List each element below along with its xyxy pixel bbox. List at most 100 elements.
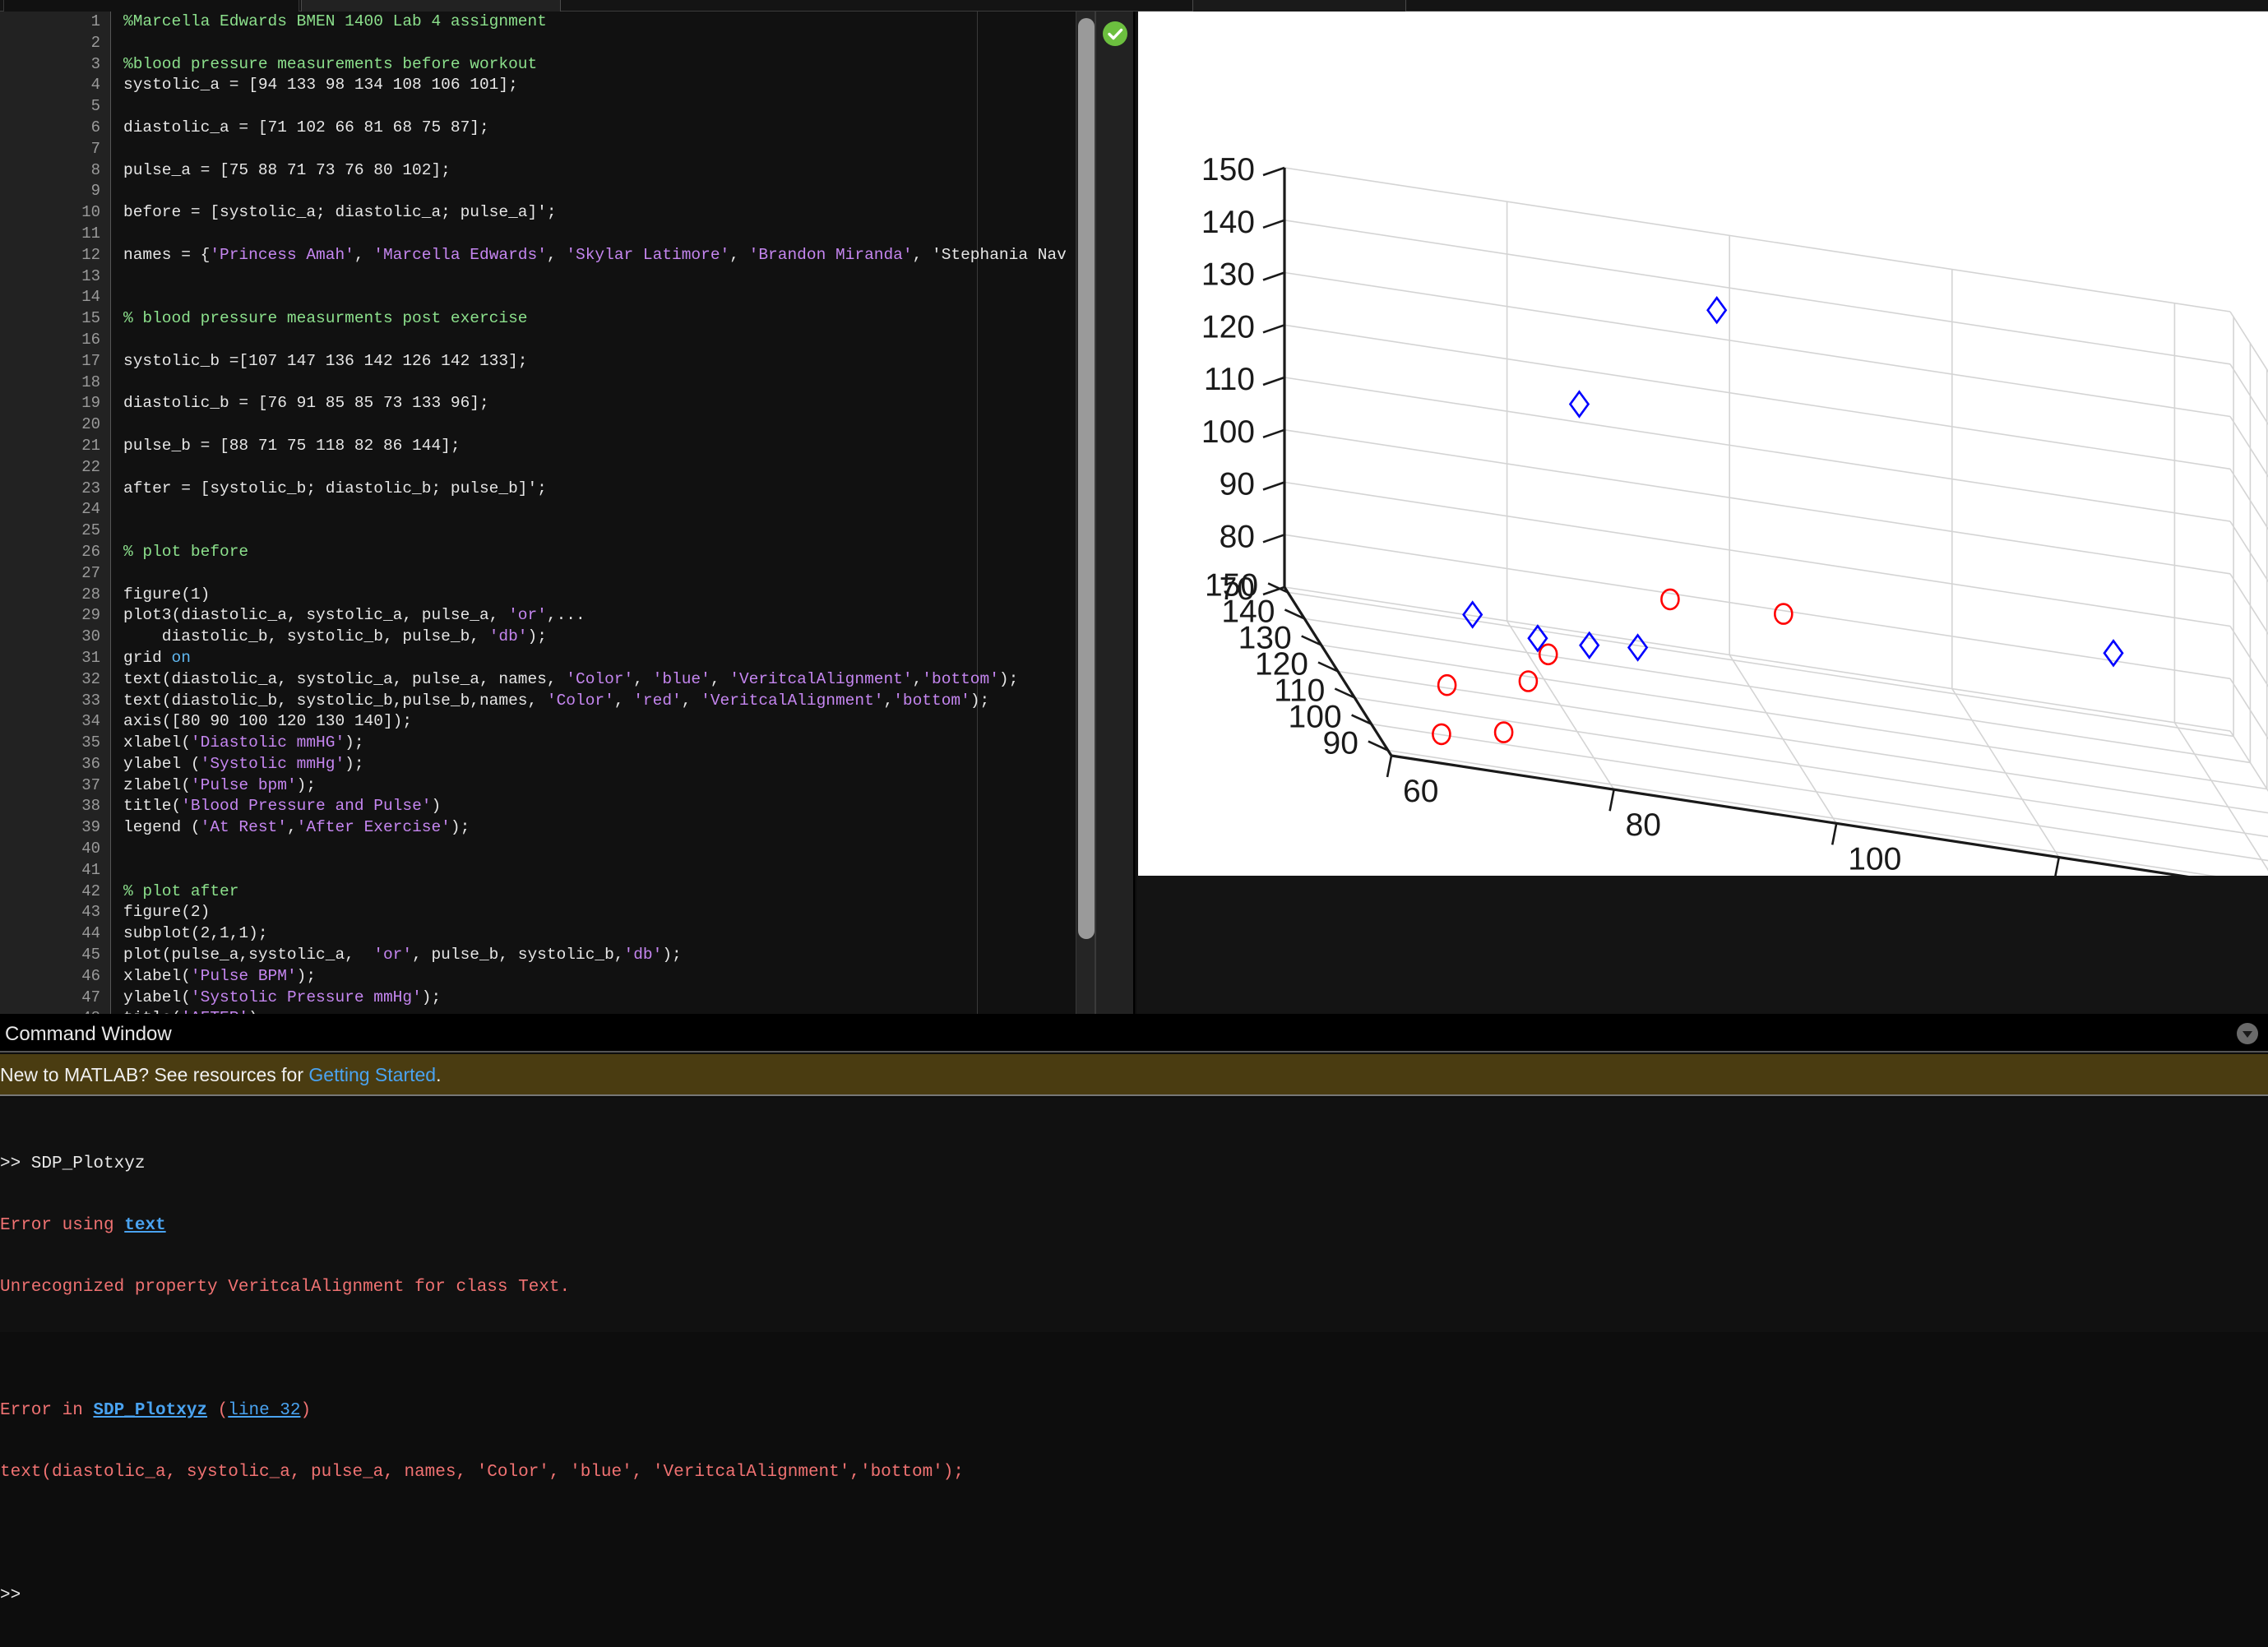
code-line[interactable]: %blood pressure measurements before work…: [123, 54, 1067, 76]
code-line[interactable]: [123, 839, 1067, 860]
code-line[interactable]: plot3(diastolic_a, systolic_a, pulse_a, …: [123, 605, 1067, 627]
axis-x-line: [1391, 754, 2190, 876]
code-line[interactable]: figure(2): [123, 902, 1067, 923]
editor-vertical-scrollbar[interactable]: [1076, 12, 1095, 1014]
error-in-file-link[interactable]: SDP_Plotxyz: [93, 1401, 207, 1420]
gridline-wall-left-z: [1284, 586, 2231, 732]
code-line[interactable]: pulse_a = [75 88 71 73 76 80 102];: [123, 160, 1067, 182]
code-line[interactable]: axis([80 90 100 120 130 140]);: [123, 711, 1067, 733]
editor-code-area[interactable]: %Marcella Edwards BMEN 1400 Lab 4 assign…: [112, 12, 1076, 1014]
code-analyzer-strip[interactable]: [1095, 12, 1133, 1014]
code-line[interactable]: zlabel('Pulse bpm');: [123, 775, 1067, 797]
line-number: 21: [81, 436, 100, 455]
code-line[interactable]: diastolic_a = [71 102 66 81 68 75 87];: [123, 118, 1067, 139]
code-line[interactable]: ylabel('Systolic Pressure mmHg');: [123, 988, 1067, 1009]
code-line[interactable]: % plot before: [123, 542, 1067, 563]
code-line[interactable]: title('Blood Pressure and Pulse'): [123, 796, 1067, 817]
marker-circle-at-rest: [1773, 603, 1794, 625]
line-number: 7: [90, 139, 100, 158]
line-number: 45: [81, 946, 100, 965]
line-number: 43: [81, 903, 100, 922]
cw-prompt[interactable]: >>: [0, 1585, 2268, 1606]
tab-editor-untitled[interactable]: [301, 0, 561, 12]
error-in-line-link[interactable]: line 32: [228, 1401, 300, 1420]
line-number: 18: [81, 372, 100, 391]
code-line[interactable]: [123, 139, 1067, 160]
code-line[interactable]: [123, 520, 1067, 542]
code-line[interactable]: xlabel('Pulse BPM');: [123, 966, 1067, 988]
code-line[interactable]: after = [systolic_b; diastolic_b; pulse_…: [123, 479, 1067, 500]
code-line[interactable]: xlabel('Diastolic mmHG');: [123, 733, 1067, 754]
banner-prefix-text: New to MATLAB? See resources for: [0, 1064, 309, 1085]
line-number: 22: [81, 457, 100, 476]
code-line[interactable]: [123, 414, 1067, 436]
code-line[interactable]: before = [systolic_a; diastolic_a; pulse…: [123, 202, 1067, 224]
line-number: 16: [81, 330, 100, 349]
figure-canvas[interactable]: 70 80 90 100 110 120 130 140 150 90 100 110 120 130 14…: [1138, 12, 2268, 876]
chevron-down-icon[interactable]: [2237, 1023, 2258, 1044]
code-line[interactable]: diastolic_b, systolic_b, pulse_b, 'db');: [123, 627, 1067, 648]
editor-scrollbar-thumb[interactable]: [1078, 18, 1095, 939]
line-number: 42: [81, 881, 100, 900]
marker-diamond-after-exercise: [1568, 390, 1590, 419]
error-text-function-link[interactable]: text: [124, 1216, 165, 1235]
code-line[interactable]: legend ('At Rest','After Exercise');: [123, 817, 1067, 839]
code-line[interactable]: grid on: [123, 648, 1067, 669]
code-line[interactable]: [123, 181, 1067, 202]
line-number: 17: [81, 351, 100, 370]
marker-circle-at-rest: [1437, 673, 1457, 696]
code-line[interactable]: [123, 224, 1067, 245]
code-line[interactable]: [123, 266, 1067, 288]
gridline-wall-right-z: [2229, 363, 2268, 425]
command-window-output[interactable]: >> SDP_Plotxyz Error using text Unrecogn…: [0, 1098, 2268, 1605]
cw-line-error-in: Error in SDP_Plotxyz (line 32): [0, 1400, 2268, 1421]
code-line[interactable]: [123, 287, 1067, 308]
code-line[interactable]: names = {'Princess Amah', 'Marcella Edwa…: [123, 245, 1067, 266]
line-number: 3: [90, 54, 100, 73]
getting-started-link[interactable]: Getting Started: [308, 1064, 436, 1085]
code-line[interactable]: [123, 33, 1067, 54]
gridline-wall-left-z: [1284, 324, 2231, 470]
tab-editor-file[interactable]: [3, 0, 299, 12]
code-line[interactable]: [123, 96, 1067, 118]
code-line[interactable]: % blood pressure measurments post exerci…: [123, 308, 1067, 330]
code-line[interactable]: text(diastolic_b, systolic_b,pulse_b,nam…: [123, 691, 1067, 712]
code-line[interactable]: [123, 499, 1067, 520]
error-in-paren-open: (: [207, 1401, 229, 1420]
line-number: 26: [81, 542, 100, 561]
tab-figure-1[interactable]: [1192, 0, 1406, 12]
code-line[interactable]: systolic_b =[107 147 136 142 126 142 133…: [123, 351, 1067, 372]
getting-started-banner: New to MATLAB? See resources for Getting…: [0, 1054, 2268, 1096]
code-line[interactable]: [123, 860, 1067, 881]
code-line[interactable]: [123, 563, 1067, 585]
tick-z: [1262, 219, 1285, 229]
code-line[interactable]: [123, 457, 1067, 479]
editor-code-text[interactable]: %Marcella Edwards BMEN 1400 Lab 4 assign…: [123, 12, 1067, 1014]
code-line[interactable]: plot(pulse_a,systolic_a, 'or', pulse_b, …: [123, 945, 1067, 966]
z-tick-label: 80: [1220, 519, 1255, 554]
code-line[interactable]: diastolic_b = [76 91 85 85 73 133 96];: [123, 393, 1067, 414]
gridline-wall-right-z: [2229, 468, 2268, 530]
x-tick-label: 100: [1848, 841, 1901, 876]
code-line[interactable]: ylabel ('Systolic mmHg');: [123, 754, 1067, 775]
check-circle-icon[interactable]: [1103, 21, 1127, 46]
code-line[interactable]: [123, 330, 1067, 351]
gridline-wall-left-z: [1284, 271, 2231, 418]
z-tick-label: 120: [1201, 309, 1255, 345]
code-line[interactable]: %Marcella Edwards BMEN 1400 Lab 4 assign…: [123, 12, 1067, 33]
plot3-axes[interactable]: 7080901001101201301401509010011012013014…: [1138, 12, 2268, 876]
line-number: 10: [81, 203, 100, 222]
code-line[interactable]: pulse_b = [88 71 75 118 82 86 144];: [123, 436, 1067, 457]
code-line[interactable]: figure(1): [123, 585, 1067, 606]
command-window-panel: Command Window New to MATLAB? See resour…: [0, 1014, 2268, 1605]
plot-tick-labels: 7080901001101201301401509010011012013014…: [1201, 152, 2124, 876]
code-line[interactable]: systolic_a = [94 133 98 134 108 106 101]…: [123, 75, 1067, 96]
code-line[interactable]: % plot after: [123, 881, 1067, 903]
code-line[interactable]: subplot(2,1,1);: [123, 923, 1067, 945]
code-line[interactable]: [123, 372, 1067, 394]
gridline-wall-right-z: [2229, 311, 2268, 373]
line-number: 19: [81, 394, 100, 413]
error-in-paren-close: ): [300, 1401, 312, 1420]
z-tick-label: 150: [1201, 152, 1255, 187]
code-line[interactable]: text(diastolic_a, systolic_a, pulse_a, n…: [123, 669, 1067, 691]
